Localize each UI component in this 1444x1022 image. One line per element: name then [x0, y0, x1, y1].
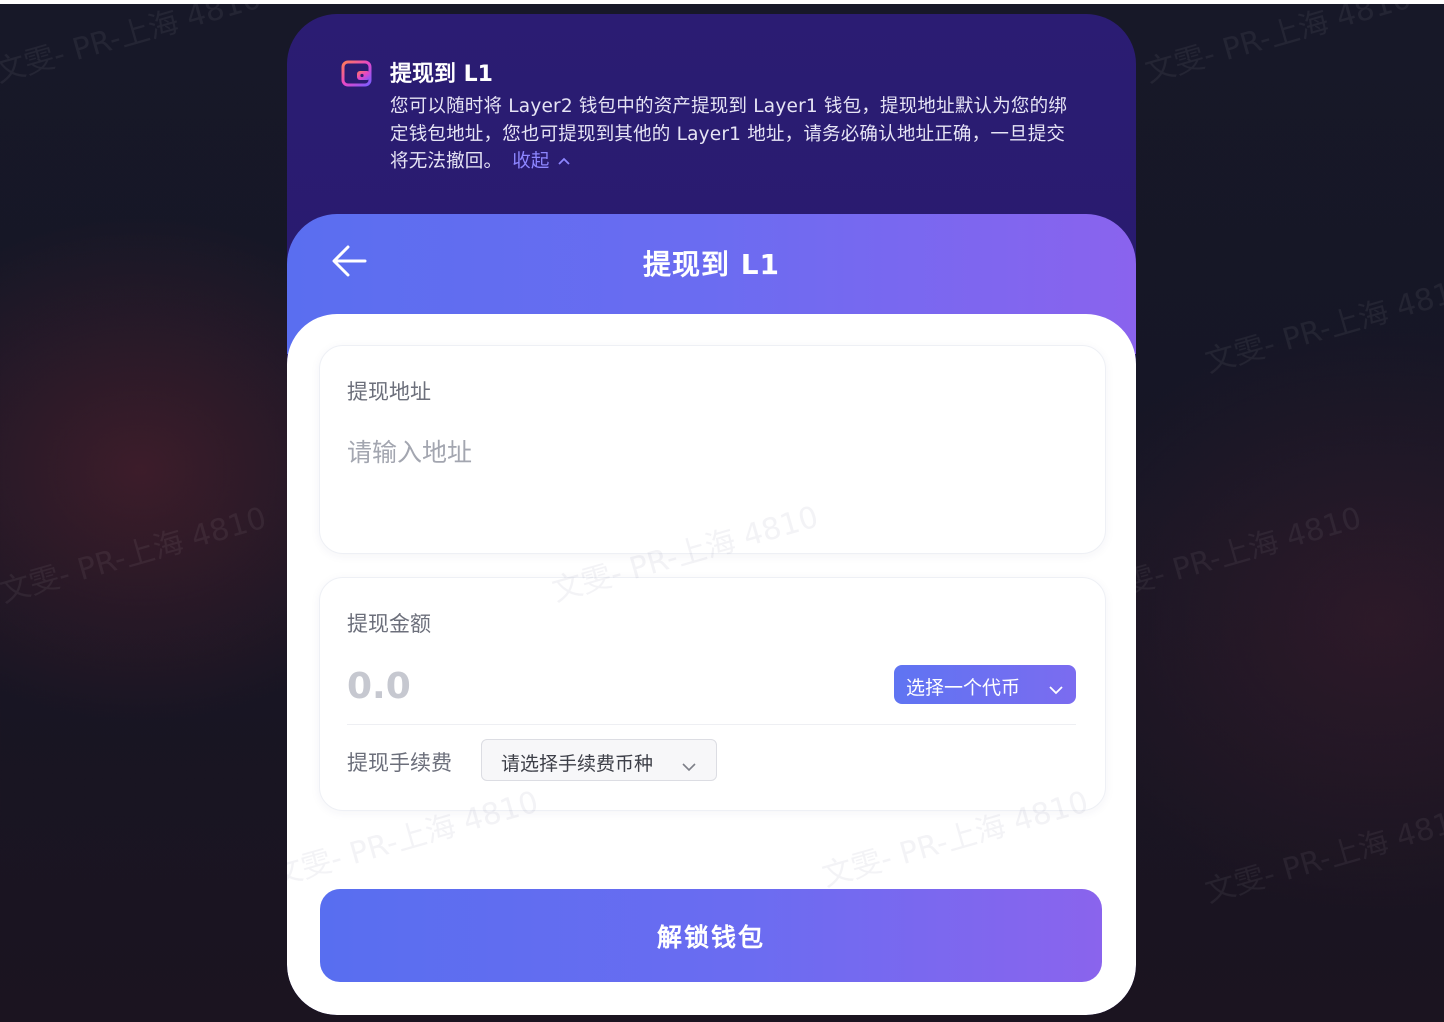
amount-input[interactable] [347, 662, 847, 710]
chevron-down-icon [682, 755, 696, 772]
collapse-label: 收起 [512, 151, 550, 172]
form-body: 提现地址 提现金额 选择一个代币 提现手续费 请选择手续费币种 文雯- PR-上… [287, 314, 1136, 1015]
watermark: 文雯- PR-上海 4810 [1201, 270, 1444, 381]
chevron-down-icon [1049, 678, 1063, 695]
notice-body: 您可以随时将 Layer2 钱包中的资产提现到 Layer1 钱包，提现地址默认… [390, 96, 1068, 172]
watermark: 文雯- PR-上海 4810 [0, 500, 271, 611]
address-card: 提现地址 [319, 345, 1106, 554]
fee-token-select[interactable]: 请选择手续费币种 [481, 739, 717, 781]
notice-title: 提现到 L1 [390, 62, 493, 87]
info-notice: 提现到 L1 您可以随时将 Layer2 钱包中的资产提现到 Layer1 钱包… [287, 14, 1136, 219]
top-edge [0, 0, 1444, 4]
fee-label: 提现手续费 [347, 751, 452, 775]
notice-text: 您可以随时将 Layer2 钱包中的资产提现到 Layer1 钱包，提现地址默认… [390, 93, 1080, 178]
watermark: 文雯- PR-上海 4810 [0, 0, 266, 91]
watermark: 文雯- PR-上海 4810 [1201, 800, 1444, 911]
amount-label: 提现金额 [347, 612, 431, 636]
divider [347, 724, 1076, 725]
fee-select-label: 请选择手续费币种 [501, 753, 654, 775]
address-label: 提现地址 [347, 380, 431, 404]
wallet-icon [340, 56, 374, 90]
unlock-wallet-button[interactable]: 解锁钱包 [320, 889, 1102, 982]
address-input[interactable] [347, 430, 1067, 474]
watermark: 文雯- PR-上海 4810 [1141, 0, 1416, 91]
token-select-button[interactable]: 选择一个代币 [894, 665, 1076, 704]
token-select-label: 选择一个代币 [906, 677, 1021, 699]
page-title: 提现到 L1 [642, 248, 781, 281]
withdraw-sheet: 提现到 L1 您可以随时将 Layer2 钱包中的资产提现到 Layer1 钱包… [287, 14, 1136, 1015]
chevron-up-icon [557, 148, 570, 176]
amount-card: 提现金额 选择一个代币 提现手续费 请选择手续费币种 [319, 577, 1106, 811]
collapse-link[interactable]: 收起 [512, 151, 570, 172]
